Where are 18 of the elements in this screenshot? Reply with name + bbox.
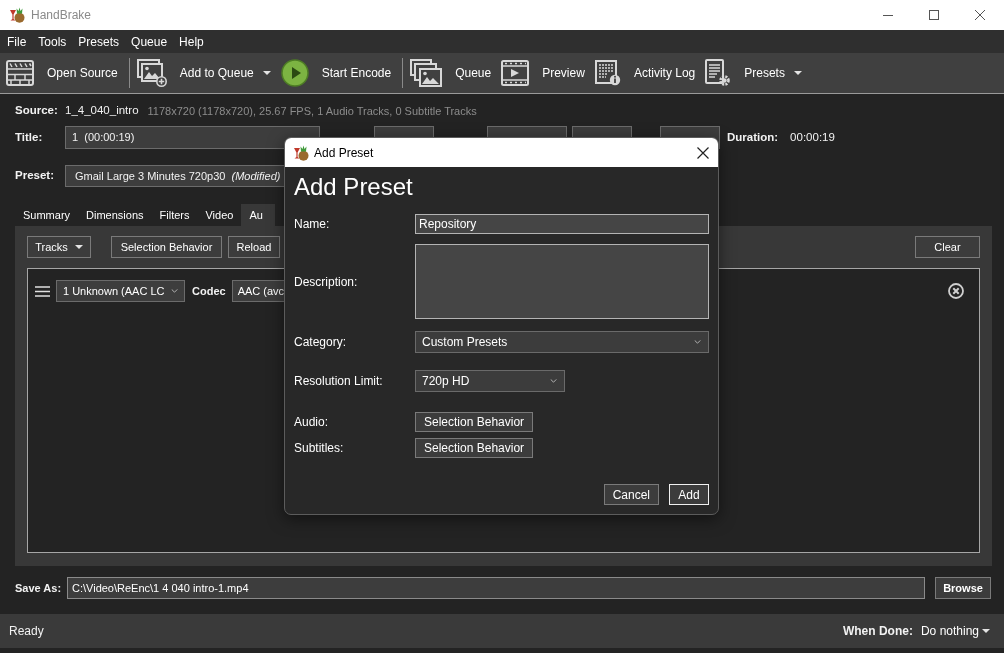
save-as-label: Save As: xyxy=(15,580,63,596)
status-text: Ready xyxy=(9,623,44,640)
preset-label: Preset: xyxy=(15,168,55,184)
field-label: Name: xyxy=(294,216,331,233)
duration-label: Duration: xyxy=(727,129,779,145)
field-label: Subtitles: xyxy=(294,440,345,457)
field-label: Audio: xyxy=(294,414,330,431)
field-label: Resolution Limit: xyxy=(294,373,384,390)
source-info: 1178x720 (1178x720), 25.67 FPS, 1 Audio Tracks, 0 Subtitle Tracks xyxy=(147,103,477,119)
codec-label: Codec xyxy=(192,283,226,299)
source-label: Source: xyxy=(15,103,59,119)
when-done-label: When Done: xyxy=(842,623,913,640)
field-label: Category: xyxy=(294,334,348,351)
title-label: Title: xyxy=(15,129,44,145)
source-name: 1_4_040_intro xyxy=(65,103,139,119)
duration-value: 00:00:19 xyxy=(790,129,835,145)
field-label: Description: xyxy=(294,273,359,291)
window-title: HandBrake xyxy=(31,7,92,24)
